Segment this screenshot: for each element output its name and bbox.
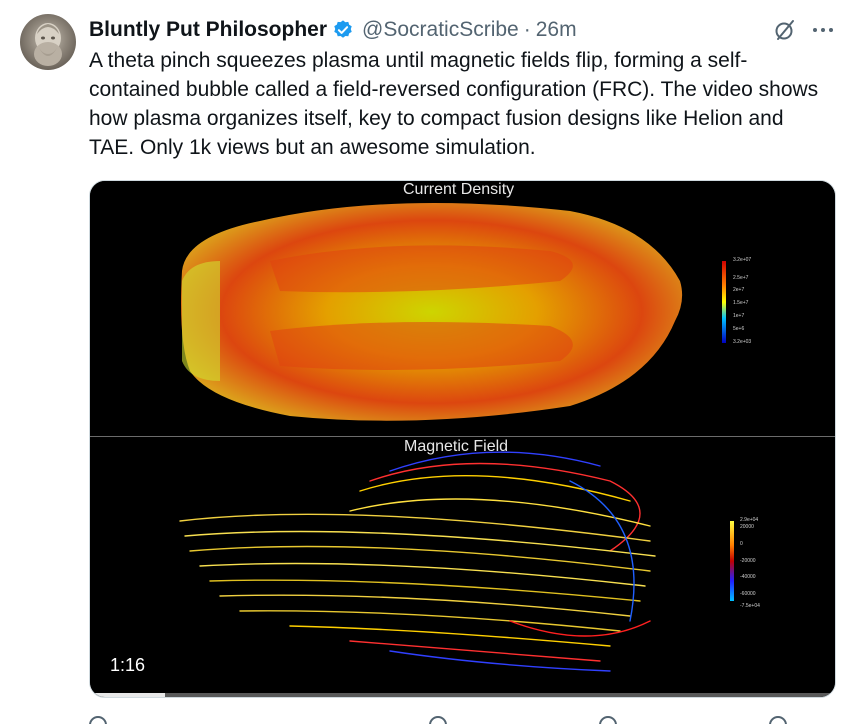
bottom-legend-label: 2.9e+04 <box>740 517 759 523</box>
author-avatar[interactable] <box>20 14 76 70</box>
bottom-legend-label: -20000 <box>740 558 756 564</box>
top-panel-title: Current Density <box>403 181 515 198</box>
top-legend-label: 1e+7 <box>733 313 745 319</box>
bottom-panel-title: Magnetic Field <box>404 438 509 455</box>
bottom-legend-label: 20000 <box>740 524 754 530</box>
top-legend-label: 2e+7 <box>733 287 745 293</box>
video-progress-bar[interactable] <box>90 693 835 697</box>
bookmark-icon[interactable] <box>769 716 787 724</box>
top-legend-label: 2.5e+7 <box>733 275 749 281</box>
top-legend-label: 3.2e+07 <box>733 257 752 263</box>
bottom-legend-label: -40000 <box>740 574 756 580</box>
video-progress-fill <box>90 693 165 697</box>
video-duration: 1:16 <box>104 653 152 678</box>
bottom-legend-label: -60000 <box>740 591 756 597</box>
reply-icon[interactable] <box>89 716 107 724</box>
top-legend-label: 3.2e+03 <box>733 339 752 345</box>
top-legend-label: 5e+6 <box>733 326 745 332</box>
views-icon[interactable] <box>599 716 617 724</box>
tweet-header: Bluntly Put Philosopher @SocraticScribe … <box>89 16 577 44</box>
author-handle[interactable]: @SocraticScribe <box>362 18 519 42</box>
tweet-action-bar <box>89 712 836 724</box>
philosopher-bust-image <box>34 23 62 66</box>
top-legend-label: 1.5e+7 <box>733 300 749 306</box>
tweet-text: A theta pinch squeezes plasma until magn… <box>89 49 819 159</box>
author-name[interactable]: Bluntly Put Philosopher <box>89 18 327 42</box>
panel-divider <box>90 436 835 437</box>
post-timestamp[interactable]: 26m <box>536 18 577 42</box>
bottom-legend-label: 0 <box>740 541 743 547</box>
more-icon[interactable] <box>810 18 836 42</box>
like-icon[interactable] <box>429 716 447 724</box>
video-player[interactable]: Current Density Magnetic Field 3.2e+07 2… <box>89 180 836 698</box>
verified-badge-icon <box>334 20 352 38</box>
bottom-legend-label: -7.5e+04 <box>740 603 760 609</box>
separator-dot: · <box>523 18 531 41</box>
grok-icon[interactable] <box>773 18 797 42</box>
